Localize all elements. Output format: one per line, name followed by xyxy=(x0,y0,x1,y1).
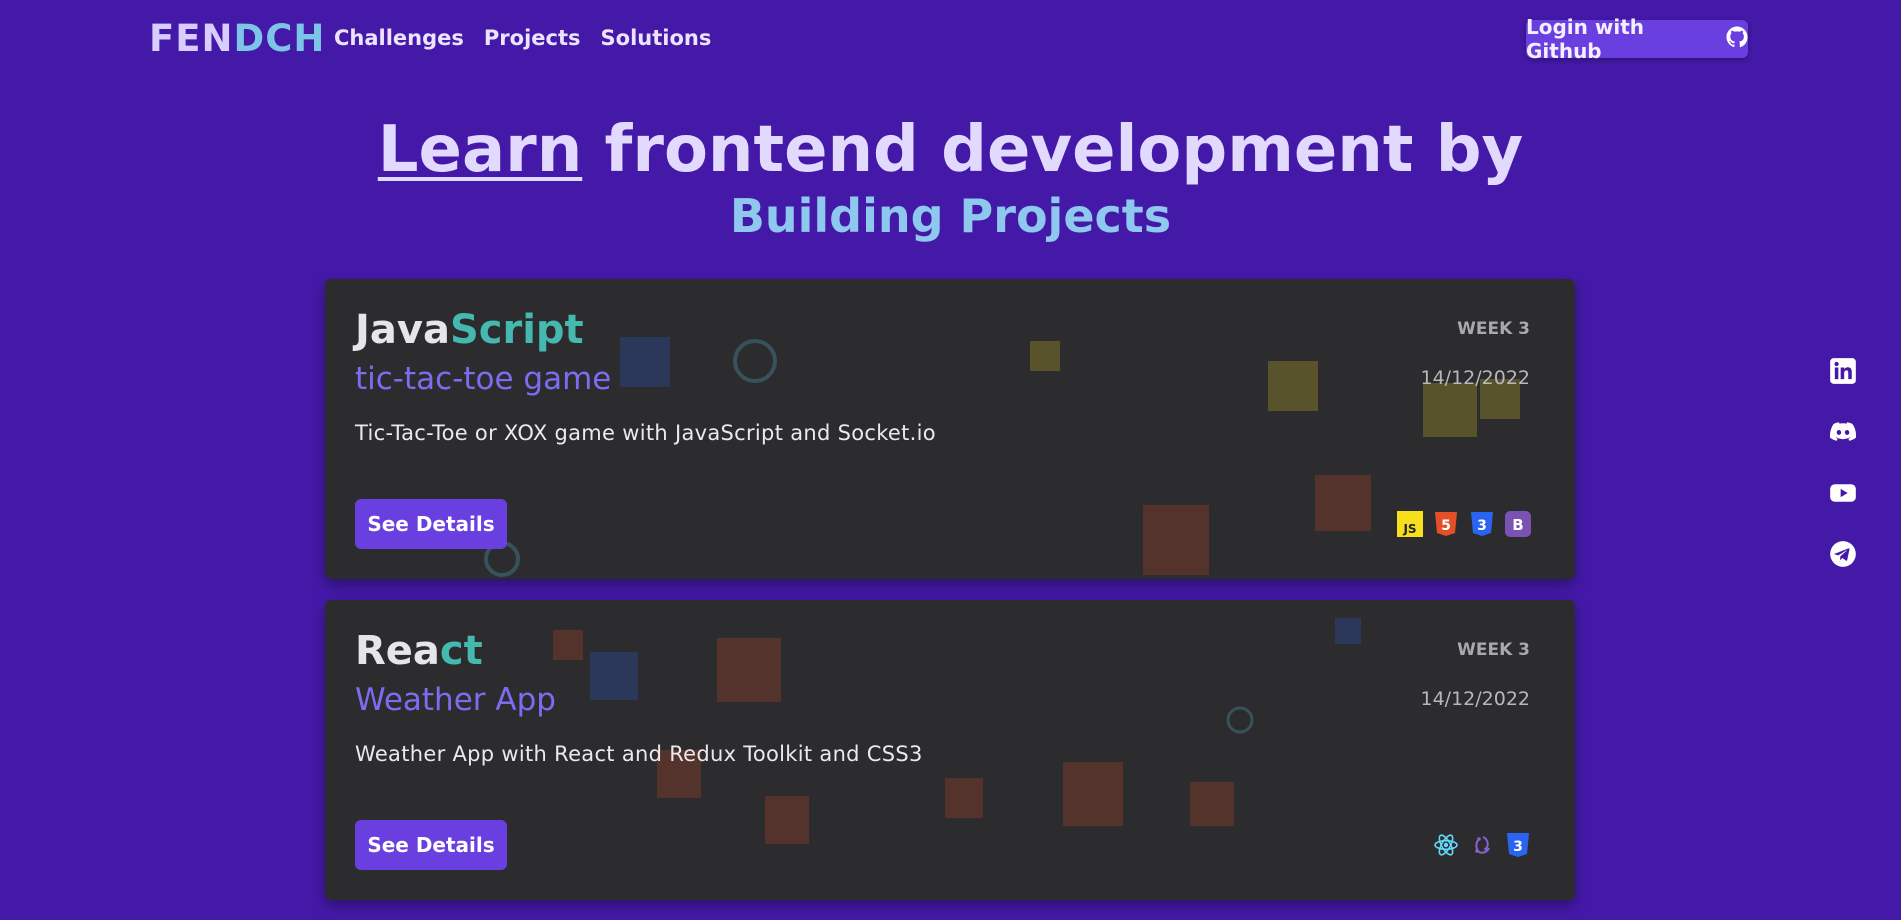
tech-icons: 3 xyxy=(1433,832,1531,858)
nav-solutions[interactable]: Solutions xyxy=(601,26,712,50)
card-week: WEEK 3 xyxy=(1457,640,1530,660)
nav-projects[interactable]: Projects xyxy=(484,26,581,50)
telegram-icon[interactable] xyxy=(1829,540,1857,568)
svg-text:B: B xyxy=(1512,516,1523,534)
card-language: JavaScript xyxy=(355,307,584,353)
svg-text:JS: JS xyxy=(1402,522,1416,536)
hero: Learn frontend development by Building P… xyxy=(0,112,1901,244)
card-title[interactable]: Weather App xyxy=(355,682,556,718)
see-details-button[interactable]: See Details xyxy=(355,499,507,549)
css3-icon: 3 xyxy=(1469,511,1495,537)
nav-links: Challenges Projects Solutions xyxy=(334,26,711,50)
card-week: WEEK 3 xyxy=(1457,319,1530,339)
see-details-button[interactable]: See Details xyxy=(355,820,507,870)
login-label: Login with Github xyxy=(1526,15,1644,63)
card-date: 14/12/2022 xyxy=(1420,688,1530,710)
card-title[interactable]: tic-tac-toe game xyxy=(355,361,611,397)
language-part-1: Rea xyxy=(355,628,440,674)
logo-part-2: DCH xyxy=(233,17,326,60)
language-part-2: ct xyxy=(439,628,483,674)
hero-subheading: Building Projects xyxy=(729,189,1172,243)
youtube-icon[interactable] xyxy=(1829,479,1857,507)
discord-icon[interactable] xyxy=(1829,418,1857,446)
tech-icons: JS 5 3 B xyxy=(1397,511,1531,537)
card-language: React xyxy=(355,628,483,674)
logo[interactable]: FENDCH xyxy=(149,17,325,60)
card-description: Weather App with React and Redux Toolkit… xyxy=(355,742,923,766)
top-navbar: FENDCH Challenges Projects Solutions Log… xyxy=(0,0,1901,78)
project-card: JavaScript tic-tac-toe game Tic-Tac-Toe … xyxy=(325,279,1575,579)
linkedin-icon[interactable] xyxy=(1829,357,1857,385)
css3-icon: 3 xyxy=(1505,832,1531,858)
language-part-1: Java xyxy=(355,307,450,353)
hero-heading-rest: frontend development by xyxy=(582,113,1524,187)
svg-text:3: 3 xyxy=(1513,839,1523,855)
bootstrap-icon: B xyxy=(1505,511,1531,537)
card-description: Tic-Tac-Toe or XOX game with JavaScript … xyxy=(355,421,936,445)
language-part-2: Script xyxy=(449,307,584,353)
github-icon xyxy=(1726,25,1748,53)
redux-icon xyxy=(1469,832,1495,858)
svg-text:5: 5 xyxy=(1441,518,1451,534)
react-icon xyxy=(1433,832,1459,858)
logo-part-1: FEN xyxy=(149,17,234,60)
javascript-icon: JS xyxy=(1397,511,1423,537)
login-github-button[interactable]: Login with Github xyxy=(1526,15,1748,63)
html5-icon: 5 xyxy=(1433,511,1459,537)
card-date: 14/12/2022 xyxy=(1420,367,1530,389)
nav-challenges[interactable]: Challenges xyxy=(334,26,464,50)
hero-learn: Learn xyxy=(377,113,583,187)
project-card: React Weather App Weather App with React… xyxy=(325,600,1575,900)
svg-text:3: 3 xyxy=(1477,518,1487,534)
social-links xyxy=(1829,357,1857,568)
hero-heading: Learn frontend development by xyxy=(0,112,1901,188)
